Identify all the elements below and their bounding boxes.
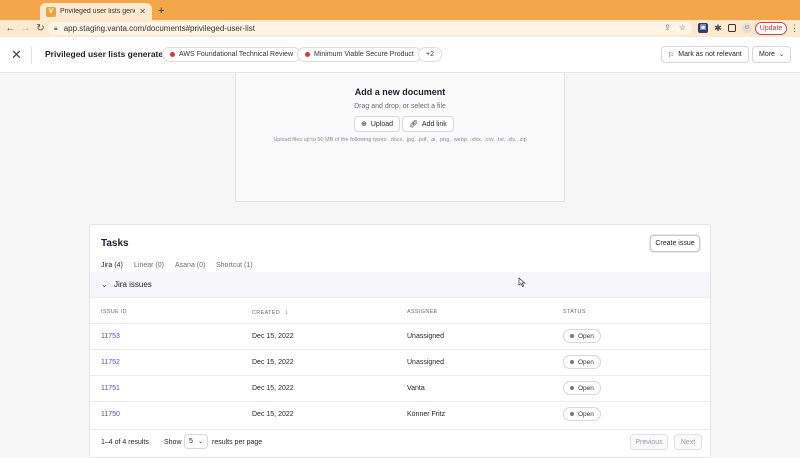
browser-toolbar: ← → ↻ 🔒︎ app.staging.vanta.com/documents…	[0, 20, 800, 37]
chevron-down-icon: ⌄	[101, 280, 108, 289]
status-label: Open	[578, 410, 594, 418]
sidebar-icon[interactable]	[728, 24, 736, 32]
upload-button[interactable]: ⊕ Upload	[354, 116, 401, 132]
upload-file-types-note: Upload files up to 50 MB of the followin…	[273, 137, 527, 143]
column-header-created[interactable]: CREATED ↓	[252, 309, 289, 316]
mouse-cursor-icon	[518, 277, 526, 287]
status-label: Open	[578, 358, 594, 366]
new-tab-icon[interactable]: +	[158, 4, 164, 18]
more-button[interactable]: More ⌄	[752, 46, 791, 63]
add-link-label: Add link	[421, 120, 447, 128]
upload-title: Add a new document	[354, 87, 446, 97]
bookmark-star-icon[interactable]: ☆	[679, 23, 686, 32]
header-divider	[31, 46, 32, 64]
table-row[interactable]: 11750 Dec 15, 2022 Konner Fritz Open	[90, 401, 710, 427]
tasks-title: Tasks	[101, 238, 129, 249]
vanta-favicon-icon: V	[46, 6, 56, 17]
chevron-down-icon: ⌄	[197, 439, 203, 445]
sort-arrow-down-icon: ↓	[284, 309, 289, 316]
column-header-issue-id[interactable]: ISSUE ID	[101, 309, 127, 315]
status-dot-icon	[570, 360, 574, 364]
status-dot-icon	[570, 334, 574, 338]
close-tab-icon[interactable]: ✕	[139, 7, 146, 16]
add-link-button[interactable]: 🔗︎ Add link	[402, 116, 454, 132]
next-page-button[interactable]: Next	[674, 434, 702, 450]
tasks-card: Tasks Create issue Jira (4) Linear (0) A…	[89, 224, 711, 458]
upload-icon: ⊕	[361, 121, 367, 128]
lock-icon: 🔒︎	[54, 24, 58, 32]
status-dot-icon	[170, 52, 175, 57]
document-header: ✕ Privileged user lists generated AWS Fo…	[0, 37, 800, 73]
status-badge: Open	[563, 329, 601, 343]
chevron-down-icon: ⌄	[778, 52, 784, 58]
created-date: Dec 15, 2022	[252, 359, 294, 366]
column-header-assignee[interactable]: ASSIGNEE	[407, 309, 438, 315]
status-label: Open	[578, 384, 594, 392]
forward-icon[interactable]: →	[18, 23, 33, 34]
puzzle-extensions-icon[interactable]: ✱	[713, 23, 723, 33]
created-date: Dec 15, 2022	[252, 411, 294, 418]
close-icon[interactable]: ✕	[11, 48, 22, 62]
assignee: Unassigned	[407, 333, 444, 340]
profile-avatar-icon[interactable]: ☺	[742, 23, 752, 33]
status-dot-icon	[305, 52, 310, 57]
mark-not-relevant-label: Mark as not relevant	[678, 51, 742, 58]
link-icon: 🔗︎	[409, 121, 418, 128]
status-badge: Open	[563, 355, 601, 369]
browser-tab-title: Privileged user lists generated	[60, 8, 135, 15]
page-size-value: 5	[189, 438, 193, 445]
table-row[interactable]: 11753 Dec 15, 2022 Unassigned Open	[90, 323, 710, 349]
mark-not-relevant-button[interactable]: ⚐ Mark as not relevant	[661, 46, 749, 63]
assignee: Unassigned	[407, 359, 444, 366]
pill-label: Minimum Viable Secure Product	[314, 51, 414, 58]
status-dot-icon	[570, 386, 574, 390]
results-count: 1–4 of 4 results	[101, 439, 149, 446]
jira-issues-label: Jira issues	[114, 280, 152, 289]
framework-pill-mvsp[interactable]: Minimum Viable Secure Product	[297, 47, 422, 62]
framework-pill-aws[interactable]: AWS Foundational Technical Review	[162, 47, 302, 62]
back-icon[interactable]: ←	[3, 23, 18, 34]
assignee: Konner Fritz	[407, 411, 446, 418]
status-badge: Open	[563, 381, 601, 395]
address-bar[interactable]: 🔒︎ app.staging.vanta.com/documents#privi…	[48, 22, 692, 35]
table-row[interactable]: 11752 Dec 15, 2022 Unassigned Open	[90, 349, 710, 375]
browser-update-button[interactable]: Update	[755, 22, 787, 35]
pagination-footer: 1–4 of 4 results Show 5 ⌄ results per pa…	[90, 429, 710, 455]
status-badge: Open	[563, 407, 601, 421]
upload-dropzone[interactable]: Add a new document Drag and drop, or sel…	[235, 73, 565, 202]
browser-tabstrip: V Privileged user lists generated ✕ +	[0, 0, 800, 20]
issue-id-link[interactable]: 11751	[101, 385, 120, 392]
issue-id-link[interactable]: 11752	[101, 359, 120, 366]
show-label: Show	[164, 439, 182, 446]
share-icon[interactable]: ⇪	[664, 23, 671, 32]
extension-icon[interactable]: ▣	[698, 23, 708, 33]
status-dot-icon	[570, 412, 574, 416]
browser-tab[interactable]: V Privileged user lists generated ✕	[40, 3, 152, 20]
flag-icon: ⚐	[668, 51, 675, 59]
url-text: app.staging.vanta.com/documents#privileg…	[63, 24, 255, 33]
previous-page-button[interactable]: Previous	[630, 434, 668, 450]
browser-menu-icon[interactable]: ⋮	[790, 23, 799, 34]
issue-id-link[interactable]: 11750	[101, 411, 120, 418]
status-label: Open	[578, 332, 594, 340]
upload-label: Upload	[370, 120, 394, 128]
more-frameworks-pill[interactable]: +2	[418, 47, 442, 62]
create-issue-button[interactable]: Create issue	[650, 235, 700, 252]
column-header-status[interactable]: STATUS	[563, 309, 586, 315]
page-title: Privileged user lists generated	[45, 49, 169, 59]
created-header-label: CREATED	[252, 310, 280, 316]
more-label: More	[759, 51, 775, 58]
created-date: Dec 15, 2022	[252, 385, 294, 392]
assignee: Vanta	[407, 385, 425, 392]
upload-subtitle: Drag and drop, or select a file	[354, 103, 446, 110]
pill-label: +2	[426, 51, 434, 58]
issue-id-link[interactable]: 11753	[101, 333, 120, 340]
table-row[interactable]: 11751 Dec 15, 2022 Vanta Open	[90, 375, 710, 401]
created-date: Dec 15, 2022	[252, 333, 294, 340]
results-per-page-label: results per page	[212, 439, 263, 446]
jira-issues-group-header[interactable]: ⌄ Jira issues	[90, 272, 710, 298]
reload-icon[interactable]: ↻	[33, 23, 48, 34]
pill-label: AWS Foundational Technical Review	[179, 51, 294, 58]
page-size-select[interactable]: 5 ⌄	[184, 434, 208, 449]
